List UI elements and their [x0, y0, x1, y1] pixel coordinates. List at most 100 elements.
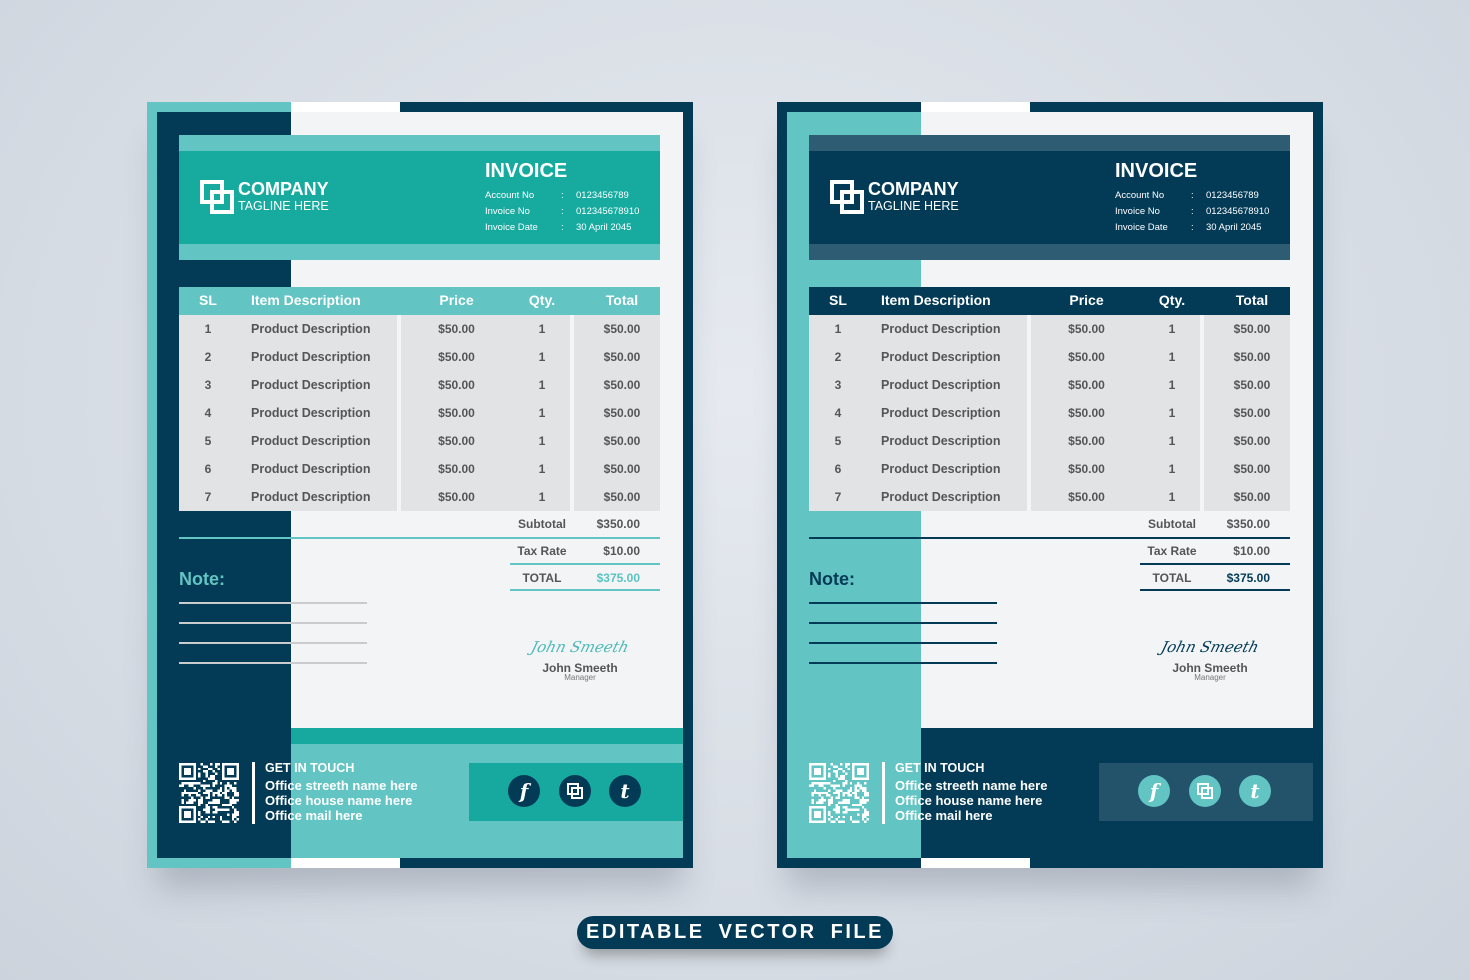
cell-total: $50.00	[1233, 434, 1271, 448]
totals-label: Subtotal	[518, 517, 566, 531]
cell-total: $50.00	[1233, 462, 1271, 476]
note-line	[809, 642, 997, 644]
cell-sl: 5	[834, 434, 842, 448]
footer-stripe	[921, 728, 1313, 744]
note-label: Note:	[809, 569, 855, 589]
signer-role: Manager	[564, 673, 596, 682]
cell-desc: Product Description	[251, 490, 371, 504]
detail-separator: :	[561, 190, 564, 201]
cell-total: $50.00	[603, 350, 641, 364]
cell-sl: 7	[834, 490, 842, 504]
totals-label: TOTAL	[1152, 571, 1192, 585]
note-label: Note:	[179, 569, 225, 589]
cell-sl: 6	[204, 462, 212, 476]
divider	[510, 563, 660, 565]
cell-price: $50.00	[438, 434, 475, 448]
company-name: COMPANY	[238, 179, 329, 199]
detail-separator: :	[561, 206, 564, 217]
tumblr-icon[interactable]: t	[609, 775, 641, 807]
cell-sl: 1	[834, 322, 842, 336]
cell-qty: 1	[1168, 462, 1176, 476]
footer-separator	[252, 762, 255, 824]
cell-price: $50.00	[1068, 462, 1105, 476]
contact-line: Office house name here	[895, 793, 1043, 808]
detail-label: Invoice Date	[1115, 222, 1168, 233]
cell-price: $50.00	[438, 406, 475, 420]
cell-price: $50.00	[1068, 406, 1105, 420]
detail-separator: :	[1191, 206, 1194, 217]
instagram-icon[interactable]	[559, 775, 591, 807]
divider	[809, 537, 1290, 539]
cell-price: $50.00	[1068, 378, 1105, 392]
cell-qty: 1	[538, 490, 546, 504]
note-line	[179, 602, 367, 604]
detail-label: Invoice No	[1115, 206, 1160, 217]
column-header-qty: Qty.	[528, 292, 556, 308]
contact-line: Office mail here	[895, 808, 993, 823]
column-header-total: Total	[1235, 292, 1269, 308]
cell-desc: Product Description	[251, 434, 371, 448]
qr-code-icon	[809, 762, 869, 824]
detail-label: Account No	[485, 190, 535, 201]
company-tagline: TAGLINE HERE	[868, 199, 959, 213]
column-header-qty: Qty.	[1158, 292, 1186, 308]
totals-value: $350.00	[1226, 517, 1270, 531]
cell-desc: Product Description	[881, 378, 1001, 392]
instagram-icon[interactable]	[1189, 775, 1221, 807]
cell-desc: Product Description	[251, 322, 371, 336]
cell-total: $50.00	[1233, 490, 1271, 504]
contact-line: Office house name here	[265, 793, 413, 808]
cell-total: $50.00	[603, 434, 641, 448]
cell-qty: 1	[538, 462, 546, 476]
column-divider	[397, 315, 401, 511]
footer-separator	[882, 762, 885, 824]
detail-separator: :	[561, 222, 564, 233]
tumblr-icon[interactable]: t	[1239, 775, 1271, 807]
cell-desc: Product Description	[881, 462, 1001, 476]
invoice-template-teal: COMPANY TAGLINE HERE INVOICE Account No :…	[147, 102, 693, 868]
cell-desc: Product Description	[251, 406, 371, 420]
cell-qty: 1	[1168, 434, 1176, 448]
detail-separator: :	[1191, 222, 1194, 233]
column-divider	[1200, 315, 1204, 511]
note-line	[179, 642, 367, 644]
detail-label: Account No	[1115, 190, 1165, 201]
detail-value: 0123456789	[576, 190, 629, 201]
cell-price: $50.00	[438, 378, 475, 392]
cell-desc: Product Description	[881, 490, 1001, 504]
cell-desc: Product Description	[881, 434, 1001, 448]
detail-value: 0123456789	[1206, 190, 1259, 201]
cell-qty: 1	[1168, 350, 1176, 364]
signer-role: Manager	[1194, 673, 1226, 682]
cell-price: $50.00	[1068, 434, 1105, 448]
note-line	[179, 622, 367, 624]
totals-value: $375.00	[596, 571, 640, 585]
cell-desc: Product Description	[881, 350, 1001, 364]
contact-line: Office streeth name here	[265, 778, 418, 793]
cell-sl: 7	[204, 490, 212, 504]
cell-qty: 1	[1168, 378, 1176, 392]
cell-total: $50.00	[1233, 378, 1271, 392]
column-header-sl: SL	[829, 292, 847, 308]
qr-code-icon	[179, 762, 239, 824]
cell-desc: Product Description	[881, 322, 1001, 336]
facebook-icon[interactable]: f	[508, 775, 540, 807]
note-line	[179, 662, 367, 664]
cell-price: $50.00	[438, 350, 475, 364]
divider	[179, 537, 660, 539]
cell-total: $50.00	[1233, 406, 1271, 420]
cell-sl: 4	[834, 406, 842, 420]
company-logo-icon	[830, 180, 864, 214]
frame-accent-bottom	[921, 858, 1030, 868]
cell-qty: 1	[1168, 490, 1176, 504]
cell-total: $50.00	[603, 490, 641, 504]
signature: John Smeeth	[1159, 638, 1261, 656]
divider	[510, 589, 660, 591]
facebook-icon[interactable]: f	[1138, 775, 1170, 807]
column-divider	[570, 315, 574, 511]
cell-price: $50.00	[438, 462, 475, 476]
cell-total: $50.00	[1233, 322, 1271, 336]
signature: John Smeeth	[529, 638, 631, 656]
cell-total: $50.00	[603, 322, 641, 336]
column-header-price: Price	[439, 292, 474, 308]
